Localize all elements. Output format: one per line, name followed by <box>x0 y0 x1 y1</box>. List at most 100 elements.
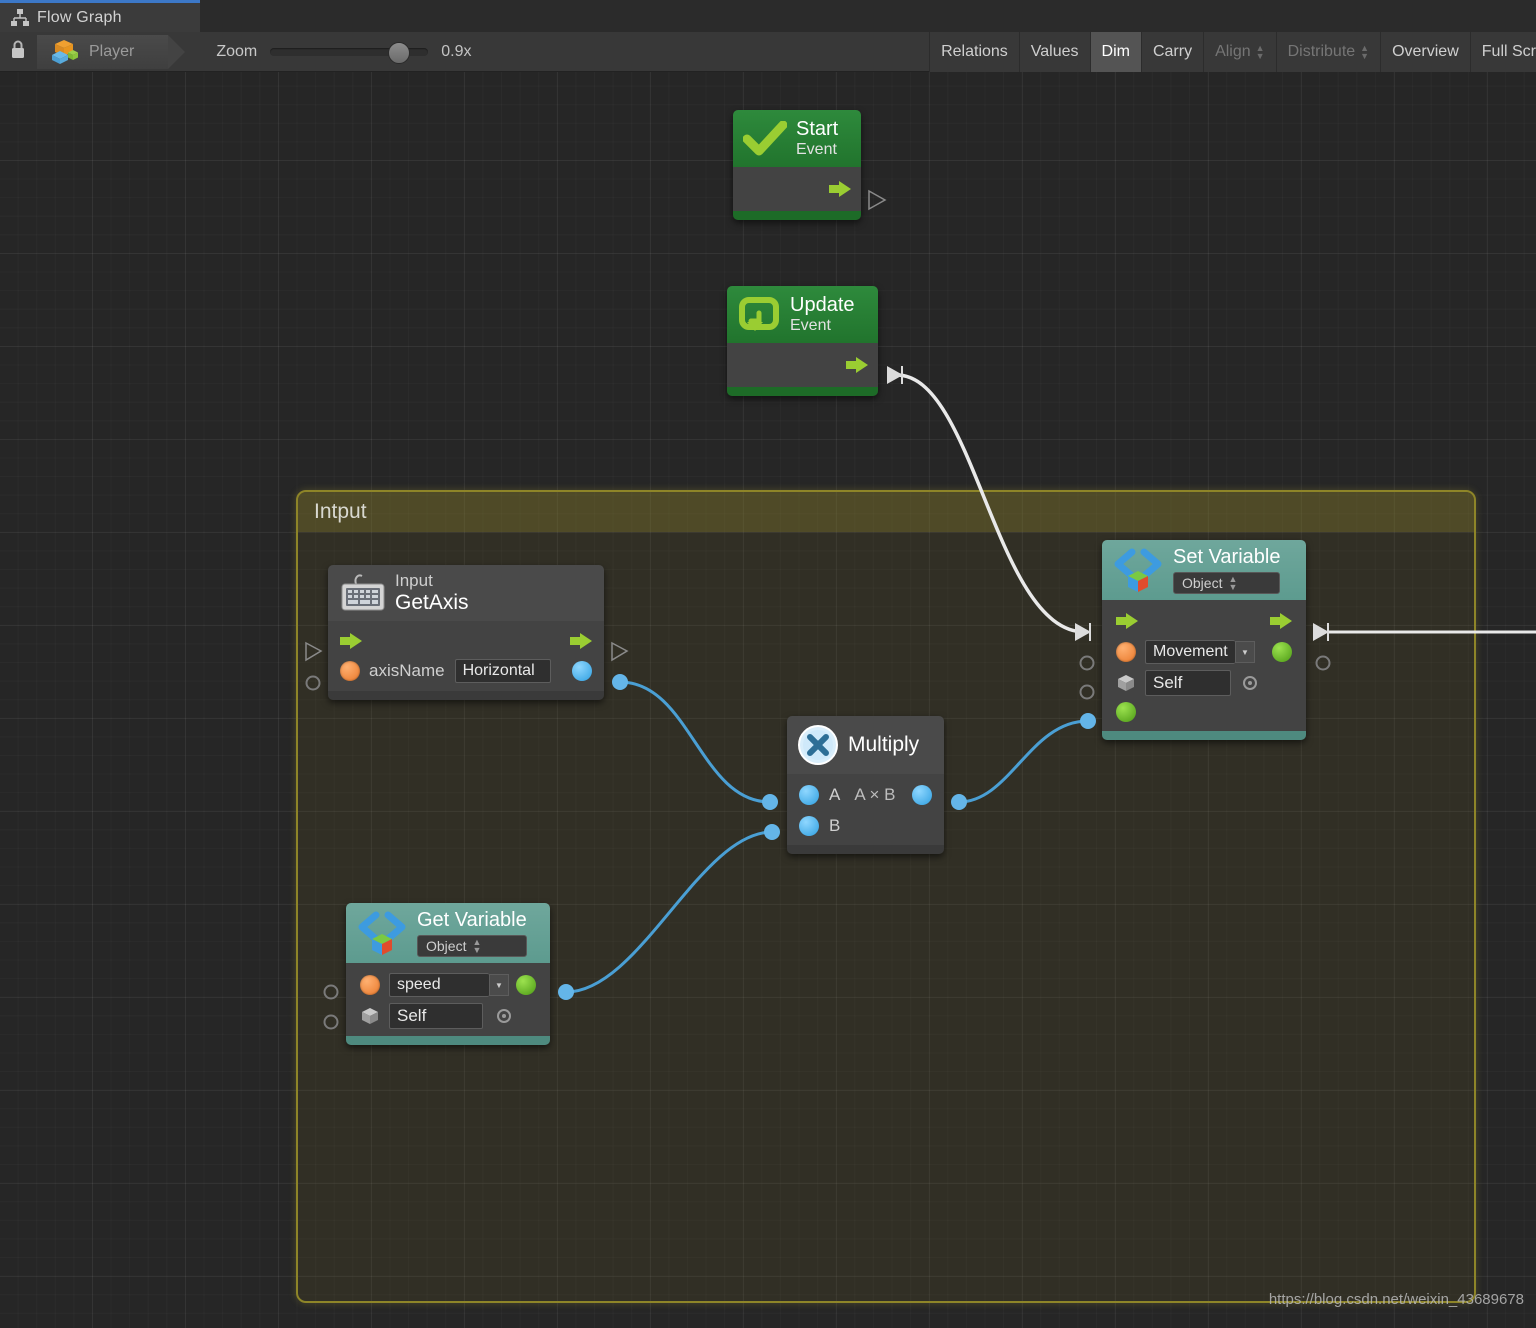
output-label: A × B <box>854 785 896 804</box>
node-title: Start <box>796 118 839 140</box>
flow-out-port[interactable] <box>570 633 592 649</box>
type-dropdown[interactable]: Object ▲ ▼ <box>1173 572 1281 594</box>
flow-out-port[interactable] <box>829 181 851 197</box>
axisname-input-port[interactable] <box>340 661 360 681</box>
toolbar-align-dropdown[interactable]: Align ▲ ▼ <box>1203 31 1276 72</box>
node-update-event[interactable]: Update Event <box>727 286 878 396</box>
value-output-port[interactable] <box>1272 642 1292 662</box>
toolbar-item-label: Align <box>1215 42 1251 60</box>
variable-name-field[interactable]: Movement <box>1145 640 1235 664</box>
unity-prefab-icon <box>51 39 79 65</box>
node-subtitle: Event <box>790 317 831 334</box>
param-row-axisname: axisName Horizontal <box>328 655 604 687</box>
graph-toolbar: Player Zoom 0.9x Relations Values Dim Ca… <box>0 31 1536 72</box>
toolbar-distribute-dropdown[interactable]: Distribute ▲ ▼ <box>1275 31 1381 72</box>
lock-button[interactable] <box>0 32 36 71</box>
context-object-button[interactable]: Player <box>37 34 186 69</box>
node-body <box>727 343 878 387</box>
checkmark-icon <box>742 120 788 157</box>
variable-input-port[interactable] <box>1116 642 1136 662</box>
flow-out-port[interactable] <box>846 357 868 373</box>
value-input-port[interactable] <box>1116 702 1136 722</box>
input-b-port[interactable] <box>799 816 819 836</box>
node-title-main: GetAxis <box>395 591 469 614</box>
param-label: axisName <box>369 661 445 680</box>
node-header[interactable]: Input GetAxis <box>328 565 604 621</box>
input-a-port[interactable] <box>799 785 819 805</box>
output-port[interactable] <box>912 785 932 805</box>
object-picker-icon[interactable] <box>1243 676 1257 690</box>
flow-out-port[interactable] <box>1270 613 1292 629</box>
node-header[interactable]: Update Event <box>727 286 878 343</box>
node-title: Update <box>790 294 855 316</box>
node-set-variable[interactable]: Set Variable Object ▲ ▼ Movement ▼ Self <box>1102 540 1306 740</box>
tab-label: Flow Graph <box>37 8 122 26</box>
stepper-icon: ▲ ▼ <box>1228 574 1238 592</box>
node-body: A A × B B <box>787 774 944 845</box>
node-header[interactable]: Start Event <box>733 110 861 167</box>
value-input-row <box>1102 698 1306 726</box>
node-body: Movement ▼ Self <box>1102 600 1306 731</box>
chevron-down-icon[interactable]: ▼ <box>1235 641 1255 663</box>
node-footer <box>328 691 604 700</box>
chevron-down-icon[interactable]: ▼ <box>489 974 509 996</box>
zoom-slider[interactable] <box>270 41 429 64</box>
value-output-port[interactable] <box>516 975 536 995</box>
toolbar-values-button[interactable]: Values <box>1018 31 1090 72</box>
axisname-field[interactable]: Horizontal <box>454 659 551 683</box>
stepper-icon: ▲ ▼ <box>472 937 482 955</box>
toolbar-carry-button[interactable]: Carry <box>1140 31 1204 72</box>
target-field[interactable]: Self <box>389 1003 483 1029</box>
toolbar-dim-button[interactable]: Dim <box>1089 31 1141 72</box>
watermark-text: https://blog.csdn.net/weixin_43689678 <box>1268 1291 1524 1308</box>
object-picker-icon[interactable] <box>497 1009 511 1023</box>
variable-name-field[interactable]: speed <box>389 973 489 997</box>
lock-icon <box>10 40 26 64</box>
variable-input-port[interactable] <box>360 975 380 995</box>
node-input-getaxis[interactable]: Input GetAxis axisName Horizontal <box>328 565 604 700</box>
keyboard-icon <box>338 572 386 614</box>
node-title: Get Variable <box>417 909 527 931</box>
toolbar-item-label: Dim <box>1101 42 1130 60</box>
variable-row: speed ▼ <box>346 969 550 1001</box>
target-row: Self <box>346 1001 550 1031</box>
node-title: Multiply <box>848 733 920 756</box>
flow-row <box>1102 606 1306 636</box>
toolbar-overview-button[interactable]: Overview <box>1380 31 1470 72</box>
multiply-row-b: B <box>787 811 944 841</box>
type-dropdown[interactable]: Object ▲ ▼ <box>417 935 527 957</box>
flow-in-port[interactable] <box>1116 613 1138 629</box>
zoom-label: Zoom <box>216 42 258 60</box>
stepper-icon: ▲ ▼ <box>1360 42 1370 61</box>
node-header[interactable]: Set Variable Object ▲ ▼ <box>1102 540 1306 600</box>
node-title: Set Variable <box>1173 546 1281 568</box>
toolbar-fullscreen-button[interactable]: Full Scr <box>1469 31 1536 72</box>
flow-graph-icon <box>10 8 30 27</box>
toolbar-item-label: Relations <box>941 42 1008 60</box>
flow-row <box>328 627 604 655</box>
flow-in-port[interactable] <box>340 633 362 649</box>
node-header[interactable]: Multiply <box>787 716 944 774</box>
value-output-port[interactable] <box>572 661 592 681</box>
target-field[interactable]: Self <box>1145 670 1231 696</box>
toolbar-right-group: Relations Values Dim Carry Align ▲ ▼ Dist… <box>929 31 1536 72</box>
zoom-control: Zoom 0.9x <box>216 41 472 64</box>
code-brackets-icon <box>356 909 408 957</box>
toolbar-item-label: Distribute <box>1287 42 1356 60</box>
toolbar-item-label: Overview <box>1392 42 1459 60</box>
node-body: axisName Horizontal <box>328 621 604 691</box>
toolbar-item-label: Values <box>1030 42 1079 60</box>
group-header[interactable]: Intput <box>298 492 1474 532</box>
node-start-event[interactable]: Start Event <box>733 110 861 220</box>
tab-flow-graph[interactable]: Flow Graph <box>0 0 200 32</box>
toolbar-relations-button[interactable]: Relations <box>929 31 1019 72</box>
node-title-top: Input <box>395 571 433 590</box>
node-header[interactable]: Get Variable Object ▲ ▼ <box>346 903 550 963</box>
node-get-variable[interactable]: Get Variable Object ▲ ▼ speed ▼ Self <box>346 903 550 1045</box>
zoom-value: 0.9x <box>441 42 472 60</box>
node-multiply[interactable]: Multiply A A × B B <box>787 716 944 854</box>
multiply-row-a: A A × B <box>787 779 944 811</box>
flow-graph-window: Intput Start Event Update Event Input Ge… <box>0 0 1536 1328</box>
zoom-slider-handle[interactable] <box>388 41 411 64</box>
input-a-label: A <box>829 785 841 804</box>
